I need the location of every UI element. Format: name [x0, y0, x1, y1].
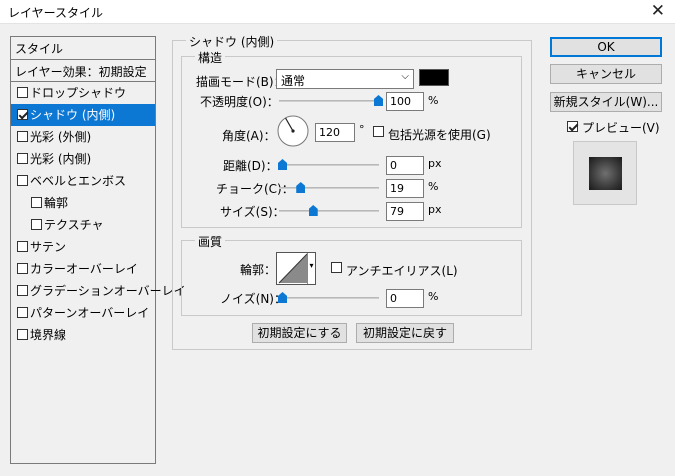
- style-item-label: パターンオーバーレイ: [30, 306, 150, 320]
- opacity-slider[interactable]: [279, 100, 379, 102]
- style-items: ドロップシャドウ シャドウ (内側) 光彩 (外側) 光彩 (内側) ベベルとエンボス輪…: [11, 82, 186, 346]
- contour-preview-icon: [278, 253, 308, 284]
- style-item-checkbox[interactable]: [17, 329, 28, 340]
- reset-default-button[interactable]: 初期設定に戻す: [356, 323, 454, 343]
- style-list-item[interactable]: ベベルとエンボス: [11, 170, 155, 192]
- distance-input[interactable]: 0: [386, 156, 424, 175]
- style-list-item[interactable]: 光彩 (外側): [11, 126, 155, 148]
- size-slider[interactable]: [279, 210, 379, 212]
- style-list-item[interactable]: テクスチャ: [11, 214, 155, 236]
- style-list-header[interactable]: スタイル: [11, 37, 155, 60]
- style-item-checkbox[interactable]: [31, 197, 42, 208]
- angle-dial[interactable]: [276, 114, 310, 148]
- style-list-item[interactable]: サテン: [11, 236, 155, 258]
- size-unit: px: [428, 203, 442, 216]
- style-item-checkbox[interactable]: [17, 109, 28, 120]
- choke-input[interactable]: 19: [386, 179, 424, 198]
- quality-title: 画質: [195, 233, 226, 250]
- close-icon[interactable]: ✕: [651, 1, 665, 21]
- choke-slider[interactable]: [279, 187, 379, 189]
- style-item-label: 光彩 (外側): [30, 130, 92, 144]
- style-item-label: シャドウ (内側): [30, 108, 116, 122]
- style-item-label: 光彩 (内側): [30, 152, 92, 166]
- preview-swatch: [589, 157, 622, 190]
- style-item-label: 境界線: [30, 328, 67, 342]
- noise-input[interactable]: 0: [386, 289, 424, 308]
- contour-picker[interactable]: ▾: [276, 252, 316, 285]
- blend-mode-value: 通常: [281, 74, 306, 88]
- global-light-checkbox[interactable]: [373, 126, 384, 137]
- style-item-checkbox[interactable]: [31, 219, 42, 230]
- style-item-checkbox[interactable]: [17, 131, 28, 142]
- title-bar: レイヤースタイル ✕: [0, 0, 675, 24]
- anti-alias-checkbox[interactable]: [331, 262, 342, 273]
- style-item-label: カラーオーバーレイ: [30, 262, 138, 276]
- contour-label: 輪郭：: [240, 263, 277, 277]
- style-item-checkbox[interactable]: [17, 285, 28, 296]
- blending-options-item[interactable]: レイヤー効果：初期設定: [11, 60, 155, 82]
- preview-label[interactable]: プレビュー(V): [582, 119, 660, 136]
- cancel-button[interactable]: キャンセル: [550, 64, 662, 84]
- style-item-checkbox[interactable]: [17, 307, 28, 318]
- blend-mode-select[interactable]: 通常 ⌵: [276, 69, 414, 89]
- preview-thumbnail: [573, 141, 637, 205]
- style-item-label: サテン: [30, 240, 67, 254]
- window-title: レイヤースタイル: [8, 6, 104, 20]
- opacity-input[interactable]: 100: [386, 92, 424, 111]
- angle-unit: °: [359, 123, 365, 136]
- style-list-item[interactable]: カラーオーバーレイ: [11, 258, 155, 280]
- style-list-item[interactable]: ドロップシャドウ: [11, 82, 155, 104]
- size-label: サイズ(S)：: [220, 205, 285, 219]
- style-list-item[interactable]: シャドウ (内側): [11, 104, 155, 126]
- opacity-unit: %: [428, 94, 439, 107]
- distance-label: 距離(D)：: [223, 159, 278, 173]
- global-light-label[interactable]: 包括光源を使用(G): [388, 126, 491, 143]
- style-item-label: テクスチャ: [44, 218, 104, 232]
- angle-label: 角度(A)：: [222, 129, 276, 143]
- style-item-label: グラデーションオーバーレイ: [30, 284, 186, 298]
- inner-shadow-title: シャドウ (内側): [186, 33, 278, 50]
- style-item-checkbox[interactable]: [17, 241, 28, 252]
- style-item-checkbox[interactable]: [17, 175, 28, 186]
- style-item-label: ドロップシャドウ: [30, 86, 127, 100]
- anti-alias-label[interactable]: アンチエイリアス(L): [346, 262, 458, 279]
- style-list-item[interactable]: グラデーションオーバーレイ: [11, 280, 186, 302]
- style-list-item[interactable]: パターンオーバーレイ: [11, 302, 155, 324]
- new-style-button[interactable]: 新規スタイル(W)...: [550, 92, 662, 112]
- ok-button[interactable]: OK: [550, 37, 662, 57]
- style-item-checkbox[interactable]: [17, 153, 28, 164]
- style-list-item[interactable]: 光彩 (内側): [11, 148, 155, 170]
- style-item-checkbox[interactable]: [17, 263, 28, 274]
- style-item-label: ベベルとエンボス: [30, 174, 127, 188]
- style-list-item[interactable]: 輪郭: [11, 192, 155, 214]
- opacity-label: 不透明度(O)：: [200, 95, 279, 109]
- noise-label: ノイズ(N)：: [220, 292, 286, 306]
- blend-mode-label: 描画モード(B)：: [196, 75, 286, 89]
- style-item-label: 輪郭: [44, 196, 69, 210]
- contour-chevron-down-icon[interactable]: ▾: [307, 253, 315, 284]
- angle-input[interactable]: 120: [315, 123, 355, 142]
- style-list: スタイル レイヤー効果：初期設定 ドロップシャドウ シャドウ (内側) 光彩 (外側…: [10, 36, 186, 464]
- distance-slider[interactable]: [279, 164, 379, 166]
- distance-unit: px: [428, 157, 442, 170]
- style-list-item[interactable]: 境界線: [11, 324, 155, 346]
- chevron-down-icon: ⌵: [401, 71, 409, 82]
- noise-slider[interactable]: [279, 297, 379, 299]
- noise-unit: %: [428, 290, 439, 303]
- size-input[interactable]: 79: [386, 202, 424, 221]
- shadow-color-swatch[interactable]: [419, 69, 449, 86]
- choke-unit: %: [428, 180, 439, 193]
- structure-title: 構造: [195, 49, 226, 66]
- make-default-button[interactable]: 初期設定にする: [252, 323, 347, 343]
- preview-checkbox[interactable]: [567, 121, 578, 132]
- style-item-checkbox[interactable]: [17, 87, 28, 98]
